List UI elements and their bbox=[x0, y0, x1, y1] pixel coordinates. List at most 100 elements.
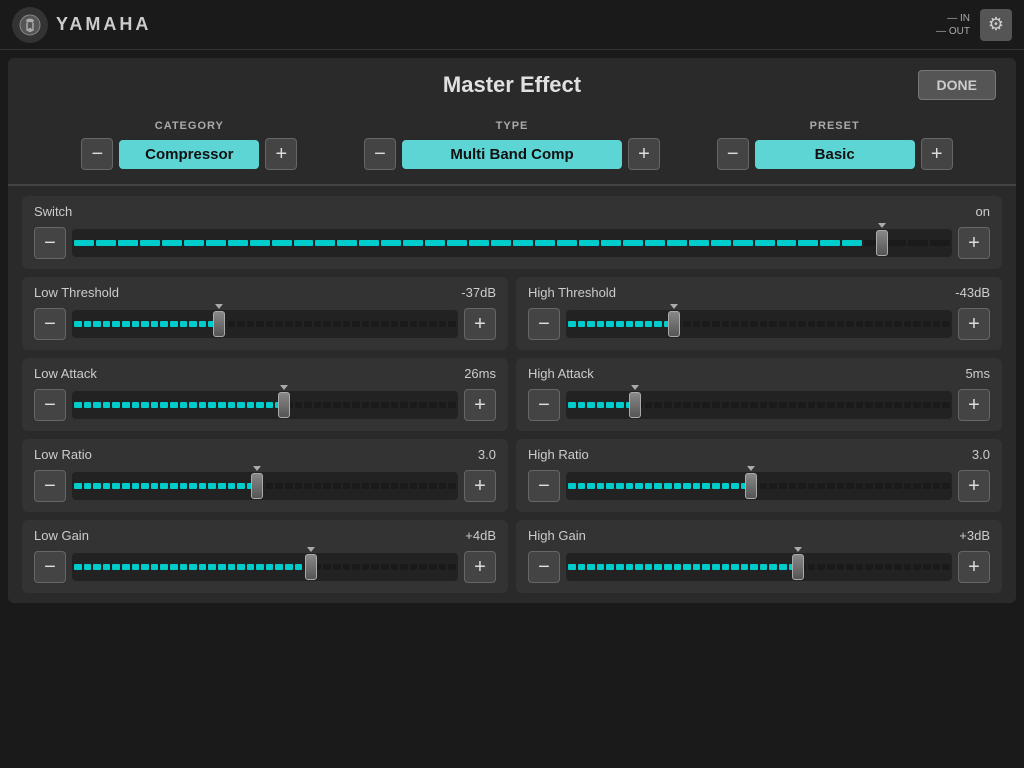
high-ratio-slider[interactable] bbox=[566, 472, 952, 500]
high-threshold-slider[interactable] bbox=[566, 310, 952, 338]
low-gain-header: Low Gain +4dB bbox=[34, 528, 496, 543]
high-attack-minus-button[interactable]: − bbox=[528, 389, 560, 421]
high-gain-plus-button[interactable]: + bbox=[958, 551, 990, 583]
gear-icon[interactable]: ⚙ bbox=[980, 9, 1012, 41]
high-attack-value: 5ms bbox=[965, 366, 990, 381]
low-attack-panel: Low Attack 26ms − + bbox=[22, 358, 508, 431]
low-threshold-value: -37dB bbox=[461, 285, 496, 300]
high-gain-slider[interactable] bbox=[566, 553, 952, 581]
preset-value: Basic bbox=[755, 140, 915, 169]
brand-name: YAMAHA bbox=[56, 14, 151, 35]
low-gain-slider[interactable] bbox=[72, 553, 458, 581]
high-threshold-minus-button[interactable]: − bbox=[528, 308, 560, 340]
low-threshold-label: Low Threshold bbox=[34, 285, 119, 300]
preset-selector: PRESET − Basic + bbox=[673, 120, 996, 170]
category-label: CATEGORY bbox=[155, 120, 224, 132]
low-threshold-header: Low Threshold -37dB bbox=[34, 285, 496, 300]
low-ratio-label: Low Ratio bbox=[34, 447, 92, 462]
type-label: TYPE bbox=[496, 120, 529, 132]
low-gain-plus-button[interactable]: + bbox=[464, 551, 496, 583]
tuning-fork-icon bbox=[12, 7, 48, 43]
high-threshold-value: -43dB bbox=[955, 285, 990, 300]
high-ratio-label: High Ratio bbox=[528, 447, 589, 462]
high-gain-panel: High Gain +3dB − + bbox=[516, 520, 1002, 593]
low-ratio-minus-button[interactable]: − bbox=[34, 470, 66, 502]
low-attack-controls: − + bbox=[34, 389, 496, 421]
type-selector: TYPE − Multi Band Comp + bbox=[351, 120, 674, 170]
high-attack-slider[interactable] bbox=[566, 391, 952, 419]
low-threshold-slider[interactable] bbox=[72, 310, 458, 338]
switch-panel: Switch on − + bbox=[22, 196, 1002, 269]
high-threshold-label: High Threshold bbox=[528, 285, 616, 300]
page-title: Master Effect bbox=[443, 72, 581, 98]
category-plus-button[interactable]: + bbox=[265, 138, 297, 170]
switch-controls: − + bbox=[34, 227, 990, 259]
switch-label: Switch bbox=[34, 204, 72, 219]
high-attack-controls: − + bbox=[528, 389, 990, 421]
high-gain-label: High Gain bbox=[528, 528, 586, 543]
app-header: YAMAHA — IN — OUT ⚙ bbox=[0, 0, 1024, 50]
high-ratio-value: 3.0 bbox=[972, 447, 990, 462]
switch-thumb-indicator bbox=[878, 223, 886, 228]
switch-minus-button[interactable]: − bbox=[34, 227, 66, 259]
high-attack-thumb-indicator bbox=[631, 385, 639, 390]
switch-plus-button[interactable]: + bbox=[958, 227, 990, 259]
high-threshold-header: High Threshold -43dB bbox=[528, 285, 990, 300]
low-attack-value: 26ms bbox=[464, 366, 496, 381]
low-threshold-thumb-indicator bbox=[215, 304, 223, 309]
attack-row: Low Attack 26ms − + High Attack bbox=[22, 358, 1002, 431]
high-attack-panel: High Attack 5ms − + bbox=[516, 358, 1002, 431]
low-ratio-controls: − + bbox=[34, 470, 496, 502]
low-ratio-plus-button[interactable]: + bbox=[464, 470, 496, 502]
low-threshold-controls: − + bbox=[34, 308, 496, 340]
category-controls: − Compressor + bbox=[81, 138, 297, 170]
high-ratio-header: High Ratio 3.0 bbox=[528, 447, 990, 462]
high-gain-value: +3dB bbox=[959, 528, 990, 543]
low-gain-label: Low Gain bbox=[34, 528, 89, 543]
high-gain-minus-button[interactable]: − bbox=[528, 551, 560, 583]
high-ratio-plus-button[interactable]: + bbox=[958, 470, 990, 502]
preset-minus-button[interactable]: − bbox=[717, 138, 749, 170]
low-ratio-thumb-indicator bbox=[253, 466, 261, 471]
low-ratio-slider[interactable] bbox=[72, 472, 458, 500]
switch-value: on bbox=[976, 204, 990, 219]
low-gain-thumb-indicator bbox=[307, 547, 315, 552]
low-gain-minus-button[interactable]: − bbox=[34, 551, 66, 583]
done-button[interactable]: DONE bbox=[918, 70, 996, 100]
selector-row: CATEGORY − Compressor + TYPE − Multi Ban… bbox=[8, 112, 1016, 186]
switch-header: Switch on bbox=[34, 204, 990, 219]
low-attack-thumb-indicator bbox=[280, 385, 288, 390]
preset-label: PRESET bbox=[810, 120, 860, 132]
yamaha-logo: YAMAHA bbox=[12, 7, 151, 43]
type-controls: − Multi Band Comp + bbox=[364, 138, 660, 170]
type-plus-button[interactable]: + bbox=[628, 138, 660, 170]
high-threshold-plus-button[interactable]: + bbox=[958, 308, 990, 340]
low-attack-plus-button[interactable]: + bbox=[464, 389, 496, 421]
high-gain-controls: − + bbox=[528, 551, 990, 583]
high-ratio-thumb-indicator bbox=[747, 466, 755, 471]
high-gain-thumb-indicator bbox=[794, 547, 802, 552]
low-gain-value: +4dB bbox=[465, 528, 496, 543]
low-attack-minus-button[interactable]: − bbox=[34, 389, 66, 421]
high-gain-header: High Gain +3dB bbox=[528, 528, 990, 543]
ratio-row: Low Ratio 3.0 − + High Ratio bbox=[22, 439, 1002, 512]
type-minus-button[interactable]: − bbox=[364, 138, 396, 170]
low-attack-slider[interactable] bbox=[72, 391, 458, 419]
low-gain-controls: − + bbox=[34, 551, 496, 583]
low-gain-panel: Low Gain +4dB − + bbox=[22, 520, 508, 593]
high-ratio-panel: High Ratio 3.0 − + bbox=[516, 439, 1002, 512]
high-attack-label: High Attack bbox=[528, 366, 594, 381]
low-attack-label: Low Attack bbox=[34, 366, 97, 381]
low-ratio-value: 3.0 bbox=[478, 447, 496, 462]
low-threshold-minus-button[interactable]: − bbox=[34, 308, 66, 340]
preset-plus-button[interactable]: + bbox=[921, 138, 953, 170]
title-bar: Master Effect DONE bbox=[8, 58, 1016, 112]
low-threshold-panel: Low Threshold -37dB − + bbox=[22, 277, 508, 350]
low-threshold-plus-button[interactable]: + bbox=[464, 308, 496, 340]
high-ratio-minus-button[interactable]: − bbox=[528, 470, 560, 502]
category-minus-button[interactable]: − bbox=[81, 138, 113, 170]
category-selector: CATEGORY − Compressor + bbox=[28, 120, 351, 170]
switch-slider[interactable] bbox=[72, 229, 952, 257]
low-ratio-header: Low Ratio 3.0 bbox=[34, 447, 496, 462]
high-attack-plus-button[interactable]: + bbox=[958, 389, 990, 421]
